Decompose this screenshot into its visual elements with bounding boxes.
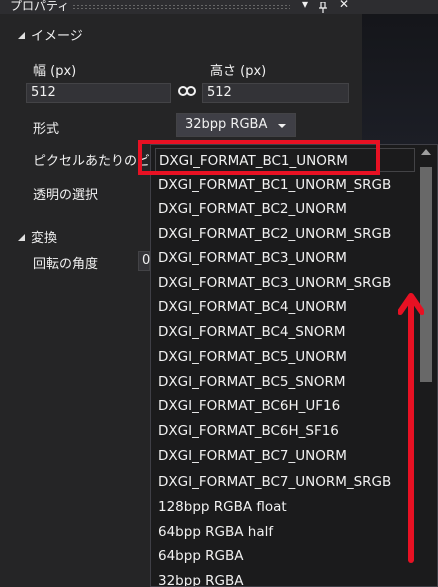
bits-per-pixel-label: ピクセルあたりのビット [33,154,150,169]
format-select[interactable]: 32bpp RGBA [176,113,296,137]
transform-section-header[interactable]: 変換 [18,227,57,246]
dropdown-option[interactable]: DXGI_FORMAT_BC5_SNORM [158,370,346,394]
rotation-label: 回転の角度 [33,257,99,272]
dropdown-option[interactable]: DXGI_FORMAT_BC5_UNORM [158,345,347,369]
red-up-arrow-icon [398,293,424,563]
pin-icon[interactable] [318,0,328,17]
highlight-box [138,140,380,175]
panel-titlebar: プロパティ ▾ ✕ [0,0,438,14]
image-section-title: イメージ [31,29,83,44]
dropdown-option[interactable]: DXGI_FORMAT_BC3_UNORM_SRGB [158,271,391,295]
transparency-label: 透明の選択 [33,188,99,203]
dropdown-option[interactable]: DXGI_FORMAT_BC2_UNORM_SRGB [158,222,391,246]
dropdown-option[interactable]: 32bpp RGBA [158,569,244,586]
dropdown-option[interactable]: DXGI_FORMAT_BC4_UNORM [158,295,347,319]
dropdown-option[interactable]: 64bpp RGBA [158,544,244,568]
panel-title: プロパティ [10,0,70,13]
titlebar-grip[interactable] [72,4,290,10]
dropdown-option[interactable]: DXGI_FORMAT_BC7_UNORM [158,444,347,468]
image-section-header[interactable]: イメージ [18,25,83,44]
close-icon[interactable]: ✕ [339,0,349,11]
collapse-icon[interactable] [18,234,25,241]
dropdown-option[interactable]: DXGI_FORMAT_BC7_UNORM_SRGB [158,470,391,494]
width-label: 幅 (px) [33,64,77,79]
format-dropdown-list[interactable]: DXGI_FORMAT_BC1_UNORM DXGI_FORMAT_BC1_UN… [150,144,438,587]
dropdown-option[interactable]: DXGI_FORMAT_BC6H_SF16 [158,419,339,443]
link-icon[interactable] [178,85,196,101]
width-input[interactable]: 512 [26,83,171,103]
window-menu-icon[interactable]: ▾ [302,0,308,11]
rotation-input[interactable]: 0 [138,251,150,271]
dropdown-option[interactable]: 64bpp RGBA half [158,520,273,544]
transform-section-title: 変換 [31,231,58,246]
collapse-icon[interactable] [18,32,25,39]
dropdown-option[interactable]: DXGI_FORMAT_BC3_UNORM [158,246,347,270]
dropdown-option[interactable]: 128bpp RGBA float [158,495,287,519]
format-select-value: 32bpp RGBA [185,117,268,132]
scroll-up-arrow-icon[interactable] [421,149,431,155]
dropdown-option[interactable]: DXGI_FORMAT_BC6H_UF16 [158,394,340,418]
chevron-down-icon [278,124,286,128]
dropdown-option[interactable]: DXGI_FORMAT_BC4_SNORM [158,320,346,344]
dropdown-option[interactable]: DXGI_FORMAT_BC1_UNORM_SRGB [158,173,391,197]
format-label: 形式 [33,122,60,137]
height-input[interactable]: 512 [202,83,349,103]
height-label: 高さ (px) [210,64,267,79]
dropdown-option[interactable]: DXGI_FORMAT_BC2_UNORM [158,197,347,221]
